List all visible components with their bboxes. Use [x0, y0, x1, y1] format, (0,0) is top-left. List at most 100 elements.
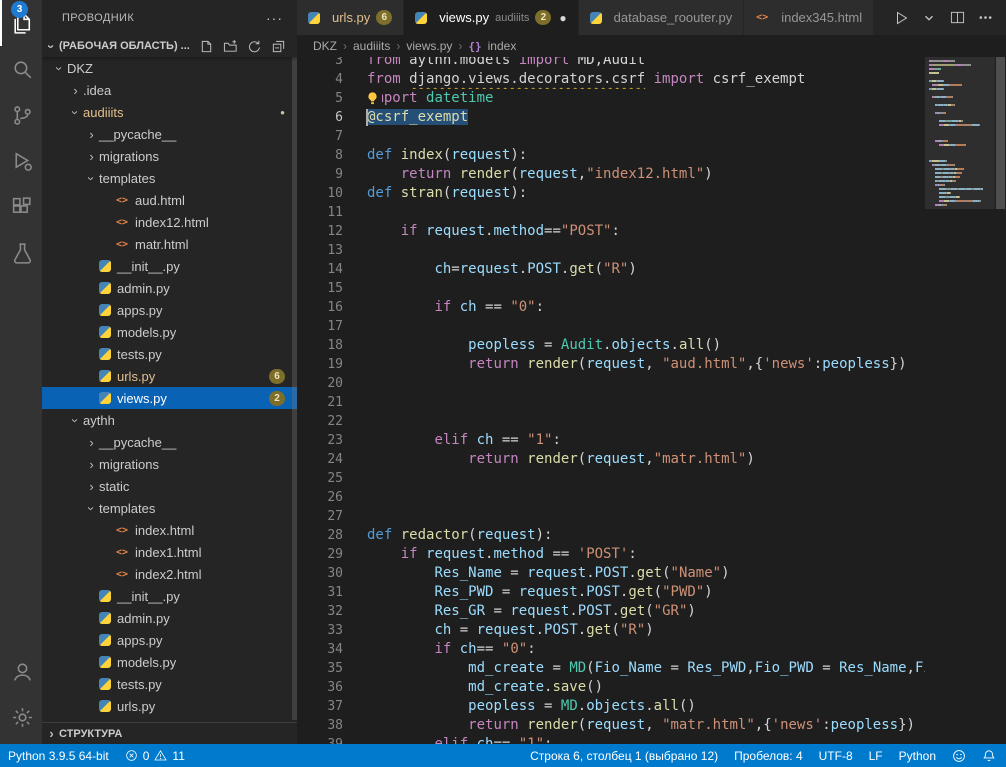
code-line-22[interactable]: 22 [297, 412, 925, 431]
new-file-icon[interactable] [197, 37, 215, 55]
code-line-27[interactable]: 27 [297, 507, 925, 526]
refresh-icon[interactable] [245, 37, 263, 55]
tree-item-audiiits[interactable]: ›audiiits● [42, 101, 297, 123]
run-debug-icon[interactable] [0, 138, 42, 184]
code-line-11[interactable]: 11 [297, 203, 925, 222]
tree-item-migrations[interactable]: ›migrations [42, 145, 297, 167]
tab-views-py[interactable]: views.pyaudiiits2● [404, 0, 577, 35]
tree-item-views-py[interactable]: ›views.py2 [42, 387, 297, 409]
workspace-section-header[interactable]: › (РАБОЧАЯ ОБЛАСТЬ) ... [42, 35, 297, 57]
code-line-14[interactable]: 14 ch=request.POST.get("R") [297, 260, 925, 279]
tree-item-templates[interactable]: ›templates [42, 497, 297, 519]
code-line-37[interactable]: 37 peopless = MD.objects.all() [297, 697, 925, 716]
scrollbar-thumb[interactable] [996, 57, 1005, 209]
sidebar-more-actions-icon[interactable]: ··· [266, 10, 283, 26]
code-line-15[interactable]: 15 [297, 279, 925, 298]
tab-database-roouter-py[interactable]: database_roouter.py [579, 0, 744, 35]
tree-item-migrations[interactable]: ›migrations [42, 453, 297, 475]
code-line-20[interactable]: 20 [297, 374, 925, 393]
code-line-16[interactable]: 16 if ch == "0": [297, 298, 925, 317]
tree-item-admin-py[interactable]: ›admin.py [42, 607, 297, 629]
breadcrumb[interactable]: DKZ›audiiits›views.py›{}index [297, 35, 1006, 57]
code-line-4[interactable]: 4from django.views.decorators.csrf impor… [297, 70, 925, 89]
code-line-10[interactable]: 10def stran(request): [297, 184, 925, 203]
code-line-29[interactable]: 29 if request.method == 'POST': [297, 545, 925, 564]
tree-item-apps-py[interactable]: ›apps.py [42, 629, 297, 651]
tree-item-models-py[interactable]: ›models.py [42, 651, 297, 673]
search-icon[interactable] [0, 46, 42, 92]
settings-icon[interactable] [0, 694, 42, 740]
code-line-33[interactable]: 33 ch = request.POST.get("R") [297, 621, 925, 640]
tree-item-urls-py[interactable]: ›urls.py6 [42, 365, 297, 387]
breadcrumb-item[interactable]: audiiits [353, 39, 390, 53]
source-control-icon[interactable] [0, 92, 42, 138]
code-line-24[interactable]: 24 return render(request,"matr.html") [297, 450, 925, 469]
tree-item-aud-html[interactable]: ›aud.html [42, 189, 297, 211]
code-line-35[interactable]: 35 md_create = MD(Fio_Name = Res_PWD,Fio… [297, 659, 925, 678]
breadcrumb-item[interactable]: views.py [406, 39, 452, 53]
tree-item-index2-html[interactable]: ›index2.html [42, 563, 297, 585]
tree-item-matr-html[interactable]: ›matr.html [42, 233, 297, 255]
code-line-25[interactable]: 25 [297, 469, 925, 488]
code-line-7[interactable]: 7 [297, 127, 925, 146]
account-icon[interactable] [0, 648, 42, 694]
status-encoding[interactable]: UTF-8 [811, 744, 861, 767]
code-line-26[interactable]: 26 [297, 488, 925, 507]
minimap[interactable] [925, 57, 995, 744]
code-line-6[interactable]: 6@csrf_exempt [297, 108, 925, 127]
tab-urls-py[interactable]: urls.py6 [297, 0, 403, 35]
code-line-32[interactable]: 32 Res_GR = request.POST.get("GR") [297, 602, 925, 621]
tree-item--init-py[interactable]: ›__init__.py [42, 255, 297, 277]
tree-item-models-py[interactable]: ›models.py [42, 321, 297, 343]
more-actions-icon[interactable] [976, 9, 994, 27]
code-line-23[interactable]: 23 elif ch == "1": [297, 431, 925, 450]
code-line-9[interactable]: 9 return render(request,"index12.html") [297, 165, 925, 184]
tree-item--pycache-[interactable]: ›__pycache__ [42, 123, 297, 145]
testing-icon[interactable] [0, 230, 42, 276]
code-line-18[interactable]: 18 peopless = Audit.objects.all() [297, 336, 925, 355]
tree-item--init-py[interactable]: ›__init__.py [42, 585, 297, 607]
status-indentation[interactable]: Пробелов: 4 [726, 744, 811, 767]
code-line-38[interactable]: 38 return render(request, "matr.html",{'… [297, 716, 925, 735]
status-cursor-position[interactable]: Строка 6, столбец 1 (выбрано 12) [522, 744, 726, 767]
code-line-13[interactable]: 13 [297, 241, 925, 260]
collapse-all-icon[interactable] [269, 37, 287, 55]
tree-item-index1-html[interactable]: ›index1.html [42, 541, 297, 563]
breadcrumb-item[interactable]: DKZ [313, 39, 337, 53]
tree-item--pycache-[interactable]: ›__pycache__ [42, 431, 297, 453]
code-line-39[interactable]: 39 elif ch== "1": [297, 735, 925, 744]
code-line-8[interactable]: 8def index(request): [297, 146, 925, 165]
code-line-17[interactable]: 17 [297, 317, 925, 336]
code-line-31[interactable]: 31 Res_PWD = request.POST.get("PWD") [297, 583, 925, 602]
dirty-indicator[interactable]: ● [559, 11, 566, 25]
tree-item-dkz[interactable]: ›DKZ [42, 57, 297, 79]
tab-index345-html[interactable]: index345.html [744, 0, 873, 35]
status-language[interactable]: Python [891, 744, 944, 767]
tree-item-tests-py[interactable]: ›tests.py [42, 343, 297, 365]
notifications-bell-icon[interactable] [974, 744, 1006, 767]
status-python-version[interactable]: Python 3.9.5 64-bit [0, 744, 117, 767]
status-problems[interactable]: 0 11 [117, 744, 193, 767]
code-line-36[interactable]: 36 md_create.save() [297, 678, 925, 697]
tree-item-templates[interactable]: ›templates [42, 167, 297, 189]
tree-item-static[interactable]: ›static [42, 475, 297, 497]
tree-item--idea[interactable]: ›.idea [42, 79, 297, 101]
breadcrumb-symbol[interactable]: index [488, 39, 517, 53]
code-line-19[interactable]: 19 return render(request, "aud.html",{'n… [297, 355, 925, 374]
code-line-21[interactable]: 21 [297, 393, 925, 412]
tree-item-admin-py[interactable]: ›admin.py [42, 277, 297, 299]
run-dropdown-icon[interactable] [920, 9, 938, 27]
tree-item-index-html[interactable]: ›index.html [42, 519, 297, 541]
feedback-icon[interactable] [944, 744, 974, 767]
lightbulb-icon[interactable] [363, 90, 382, 107]
run-icon[interactable] [892, 9, 910, 27]
minimap-slider[interactable] [925, 57, 995, 209]
tree-item-urls-py[interactable]: ›urls.py [42, 695, 297, 717]
tree-item-tests-py[interactable]: ›tests.py [42, 673, 297, 695]
tree-item-aythh[interactable]: ›aythh [42, 409, 297, 431]
code-line-3[interactable]: 3from aythh.models import MD,Audit [297, 57, 925, 70]
explorer-icon[interactable]: 3 [0, 0, 42, 46]
code-line-12[interactable]: 12 if request.method=="POST": [297, 222, 925, 241]
tree-item-index12-html[interactable]: ›index12.html [42, 211, 297, 233]
new-folder-icon[interactable] [221, 37, 239, 55]
